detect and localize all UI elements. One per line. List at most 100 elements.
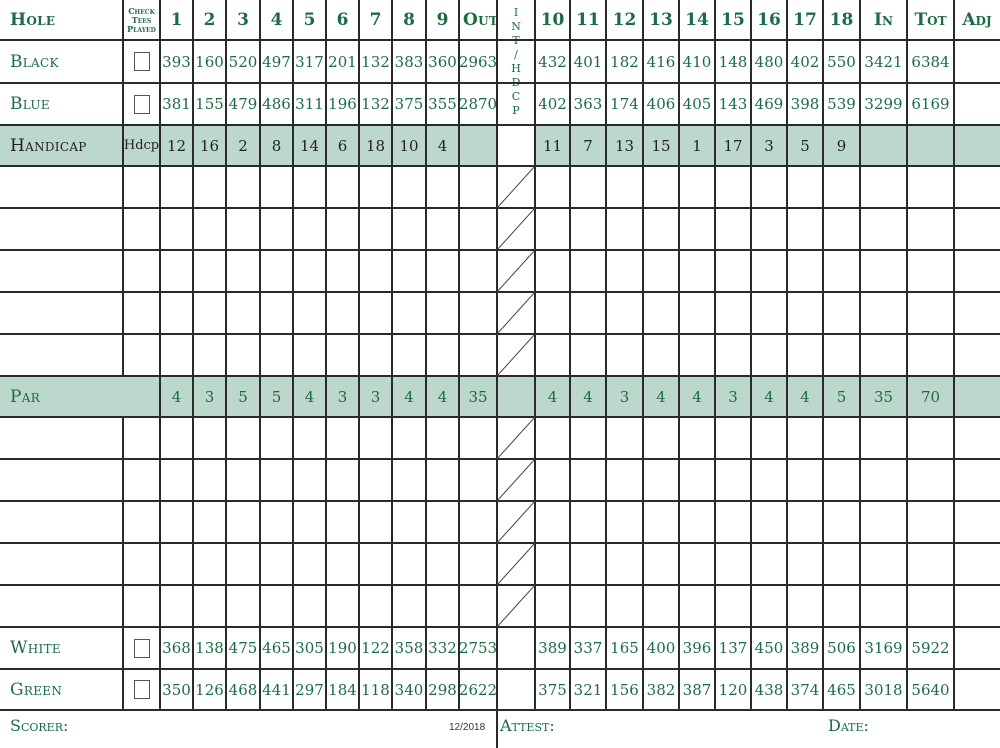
score-entry-cell[interactable] [392, 543, 426, 585]
score-entry-cell[interactable] [160, 459, 193, 501]
score-entry-cell[interactable] [123, 543, 160, 585]
score-entry-cell[interactable] [293, 501, 326, 543]
score-entry-cell[interactable] [643, 292, 679, 334]
score-entry-cell[interactable] [715, 585, 751, 627]
score-entry-cell[interactable] [679, 417, 715, 459]
score-entry-cell[interactable] [193, 292, 226, 334]
score-entry-cell[interactable] [260, 543, 293, 585]
score-entry-cell[interactable] [459, 501, 497, 543]
score-entry-cell[interactable] [860, 334, 907, 376]
score-entry-cell[interactable] [459, 334, 497, 376]
score-entry-cell[interactable] [679, 459, 715, 501]
score-entry-cell[interactable] [954, 459, 1000, 501]
score-entry-cell[interactable] [751, 166, 787, 208]
score-entry-cell[interactable] [193, 250, 226, 292]
score-entry-cell[interactable] [459, 166, 497, 208]
score-entry-cell[interactable] [570, 208, 606, 250]
score-entry-cell[interactable] [606, 417, 643, 459]
score-entry-cell[interactable] [426, 208, 459, 250]
score-entry-cell[interactable] [293, 585, 326, 627]
score-entry-cell[interactable] [860, 543, 907, 585]
score-entry-cell[interactable] [787, 459, 823, 501]
score-entry-cell[interactable] [426, 585, 459, 627]
score-entry-cell[interactable] [954, 208, 1000, 250]
score-entry-cell[interactable] [823, 334, 860, 376]
score-entry-cell[interactable] [823, 543, 860, 585]
score-entry-cell[interactable] [860, 166, 907, 208]
score-entry-cell[interactable] [606, 459, 643, 501]
score-entry-cell[interactable] [260, 208, 293, 250]
score-entry-cell[interactable] [426, 543, 459, 585]
score-entry-cell[interactable] [679, 166, 715, 208]
score-entry-cell[interactable] [359, 585, 392, 627]
score-entry-cell[interactable] [907, 250, 954, 292]
score-entry-cell[interactable] [823, 501, 860, 543]
score-entry-cell[interactable] [226, 501, 260, 543]
score-entry-cell[interactable] [160, 585, 193, 627]
score-entry-cell[interactable] [426, 250, 459, 292]
score-entry-cell[interactable] [751, 334, 787, 376]
score-entry-cell[interactable] [226, 417, 260, 459]
score-entry-cell[interactable] [715, 208, 751, 250]
player-name-field[interactable] [0, 501, 123, 543]
score-entry-cell[interactable] [606, 166, 643, 208]
score-entry-cell[interactable] [535, 208, 570, 250]
score-entry-cell[interactable] [643, 208, 679, 250]
score-entry-cell[interactable] [226, 459, 260, 501]
score-entry-cell[interactable] [426, 166, 459, 208]
score-entry-cell[interactable] [751, 501, 787, 543]
score-entry-cell[interactable] [907, 459, 954, 501]
score-entry-cell[interactable] [326, 208, 359, 250]
score-entry-cell[interactable] [160, 501, 193, 543]
score-entry-cell[interactable] [426, 417, 459, 459]
score-entry-cell[interactable] [907, 334, 954, 376]
score-entry-cell[interactable] [823, 459, 860, 501]
score-entry-cell[interactable] [193, 501, 226, 543]
score-entry-cell[interactable] [570, 543, 606, 585]
score-entry-cell[interactable] [392, 501, 426, 543]
score-entry-cell[interactable] [535, 166, 570, 208]
score-entry-cell[interactable] [907, 208, 954, 250]
score-entry-cell[interactable] [860, 501, 907, 543]
tee-played-checkbox[interactable] [133, 638, 150, 658]
score-entry-cell[interactable] [679, 334, 715, 376]
score-entry-cell[interactable] [570, 417, 606, 459]
score-entry-cell[interactable] [954, 334, 1000, 376]
score-entry-cell[interactable] [954, 501, 1000, 543]
score-entry-cell[interactable] [392, 208, 426, 250]
score-entry-cell[interactable] [570, 166, 606, 208]
score-entry-cell[interactable] [787, 543, 823, 585]
player-name-field[interactable] [0, 459, 123, 501]
score-entry-cell[interactable] [679, 292, 715, 334]
score-entry-cell[interactable] [715, 501, 751, 543]
score-entry-cell[interactable] [293, 208, 326, 250]
score-entry-cell[interactable] [392, 585, 426, 627]
score-entry-cell[interactable] [293, 292, 326, 334]
score-entry-cell[interactable] [606, 501, 643, 543]
score-entry-cell[interactable] [260, 585, 293, 627]
score-entry-cell[interactable] [459, 543, 497, 585]
score-entry-cell[interactable] [907, 543, 954, 585]
score-entry-cell[interactable] [326, 292, 359, 334]
score-entry-cell[interactable] [123, 417, 160, 459]
score-entry-cell[interactable] [392, 166, 426, 208]
score-entry-cell[interactable] [535, 292, 570, 334]
score-entry-cell[interactable] [751, 417, 787, 459]
score-entry-cell[interactable] [123, 334, 160, 376]
score-entry-cell[interactable] [426, 501, 459, 543]
score-entry-cell[interactable] [459, 292, 497, 334]
score-entry-cell[interactable] [260, 250, 293, 292]
score-entry-cell[interactable] [679, 208, 715, 250]
score-entry-cell[interactable] [954, 543, 1000, 585]
score-entry-cell[interactable] [459, 585, 497, 627]
score-entry-cell[interactable] [860, 250, 907, 292]
score-entry-cell[interactable] [787, 334, 823, 376]
score-entry-cell[interactable] [787, 250, 823, 292]
score-entry-cell[interactable] [715, 166, 751, 208]
score-entry-cell[interactable] [570, 292, 606, 334]
score-entry-cell[interactable] [293, 543, 326, 585]
score-entry-cell[interactable] [260, 459, 293, 501]
player-name-field[interactable] [0, 334, 123, 376]
score-entry-cell[interactable] [326, 250, 359, 292]
score-entry-cell[interactable] [954, 166, 1000, 208]
